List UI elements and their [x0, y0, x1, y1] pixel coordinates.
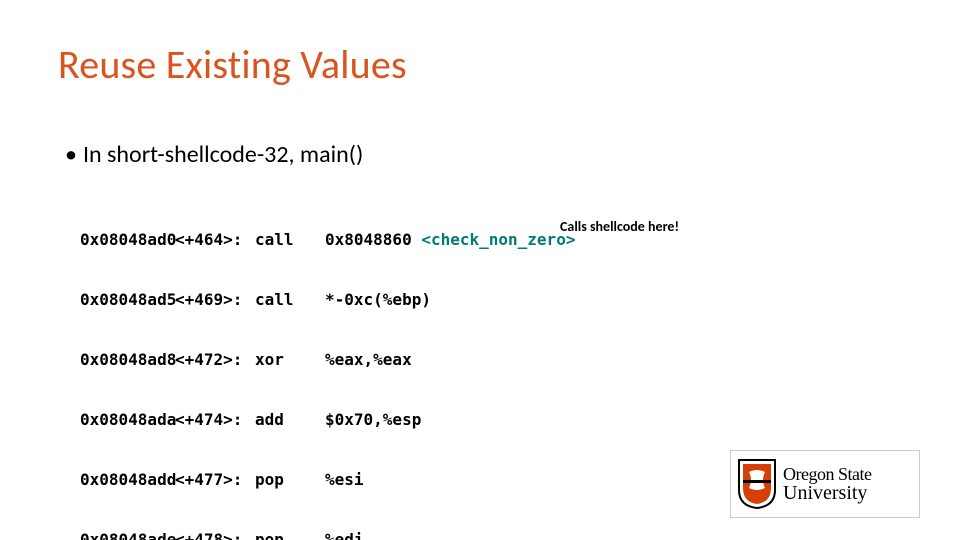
bullet-text: In short-shellcode-32, main() [83, 140, 363, 169]
logo-line2: University [783, 483, 871, 503]
callout-annotation: Calls shellcode here! [560, 218, 679, 235]
disasm-row: 0x08048ade<+478>:pop%edi [80, 530, 575, 540]
disasm-row: 0x08048ad8<+472>:xor%eax,%eax [80, 350, 575, 370]
mnemonic: add [255, 410, 325, 430]
disassembly-block: 0x08048ad0<+464>:call0x8048860 <check_no… [80, 190, 575, 540]
offset: <+474>: [175, 410, 255, 430]
mnemonic: call [255, 230, 325, 250]
operand: %edi [325, 530, 364, 540]
operand: $0x70,%esp [325, 410, 421, 430]
operand: %eax,%eax [325, 350, 412, 370]
logo-text: Oregon State University [783, 465, 871, 503]
addr: 0x08048ade [80, 530, 175, 540]
operand: %esi [325, 470, 364, 490]
mnemonic: xor [255, 350, 325, 370]
offset: <+472>: [175, 350, 255, 370]
slide-title: Reuse Existing Values [58, 40, 407, 89]
addr: 0x08048ad8 [80, 350, 175, 370]
addr: 0x08048ad0 [80, 230, 175, 250]
disasm-row: 0x08048ada<+474>:add$0x70,%esp [80, 410, 575, 430]
bullet-line: •In short-shellcode-32, main() [65, 140, 363, 169]
offset: <+464>: [175, 230, 255, 250]
operand: 0x8048860 <check_non_zero> [325, 230, 575, 250]
university-logo: Oregon State University [730, 450, 920, 518]
shield-icon [737, 458, 777, 510]
mnemonic: call [255, 290, 325, 310]
disasm-row: 0x08048ad5<+469>:call*-0xc(%ebp) [80, 290, 575, 310]
addr: 0x08048ad5 [80, 290, 175, 310]
offset: <+469>: [175, 290, 255, 310]
addr: 0x08048add [80, 470, 175, 490]
slide: Reuse Existing Values •In short-shellcod… [0, 0, 960, 540]
disasm-row: 0x08048ad0<+464>:call0x8048860 <check_no… [80, 230, 575, 250]
offset: <+478>: [175, 530, 255, 540]
disasm-row: 0x08048add<+477>:pop%esi [80, 470, 575, 490]
mnemonic: pop [255, 530, 325, 540]
mnemonic: pop [255, 470, 325, 490]
operand: *-0xc(%ebp) [325, 290, 431, 310]
offset: <+477>: [175, 470, 255, 490]
logo-line1: Oregon State [783, 465, 871, 483]
addr: 0x08048ada [80, 410, 175, 430]
bullet-dot: • [65, 140, 77, 169]
